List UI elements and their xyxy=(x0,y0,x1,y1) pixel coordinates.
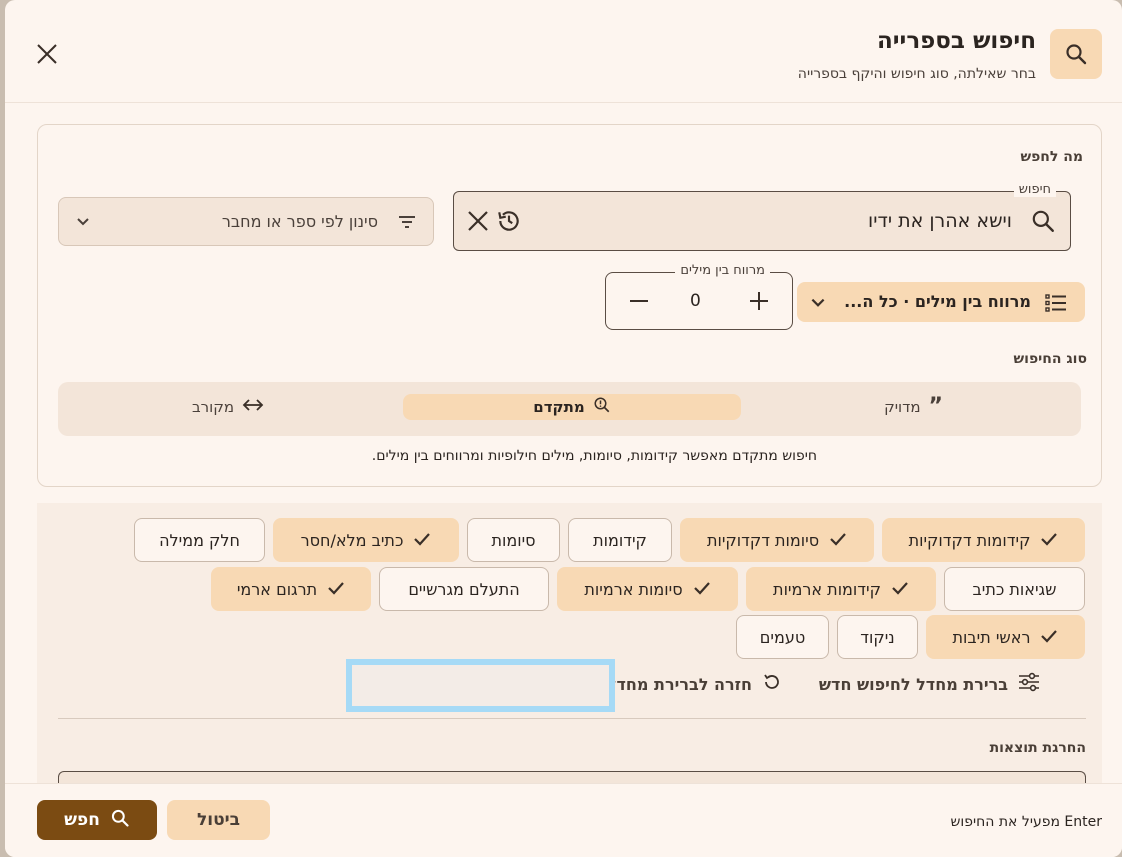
checkmark-icon xyxy=(693,580,711,599)
close-button[interactable] xyxy=(33,40,61,68)
history-icon[interactable] xyxy=(496,208,522,238)
chip-label: קידומות דקדוקיות xyxy=(908,530,1031,550)
chip-grammatical-prefixes[interactable]: קידומות דקדוקיות xyxy=(882,518,1085,562)
chip-label: תרגום ארמי xyxy=(236,579,318,599)
chip-part-of-word[interactable]: חלק ממילה xyxy=(134,518,265,562)
search-type-exact-label: מדויק xyxy=(884,398,921,416)
chevron-down-icon xyxy=(809,294,827,316)
search-type-approximate-label: מקורב xyxy=(192,398,235,416)
word-spacing-select[interactable]: מרווח בין מילים · כל ה... xyxy=(797,282,1085,322)
chip-label: ראשי תיבות xyxy=(952,627,1031,647)
chip-label: טעמים xyxy=(759,627,806,647)
chip-suffixes[interactable]: סיומות xyxy=(467,518,560,562)
chip-label: סיומות xyxy=(491,530,536,550)
filter-icon xyxy=(397,212,417,236)
list-icon xyxy=(1045,292,1067,318)
exclusion-label: החרגת תוצאות xyxy=(989,740,1086,756)
options-divider xyxy=(58,718,1086,719)
filter-placeholder: סינון לפי ספר או מחבר xyxy=(221,212,378,231)
search-button-label: חפש xyxy=(64,810,100,830)
search-dialog: חיפוש בספרייה בחר שאילתה, סוג חיפוש והיק… xyxy=(5,0,1122,857)
search-type-segmented: ” מדויק מתקדם מקורב xyxy=(58,382,1081,436)
search-type-hint: חיפוש מתקדם מאפשר קידומות, סיומות, מילים… xyxy=(371,448,817,464)
chip-niqqud[interactable]: ניקוד xyxy=(837,615,918,659)
search-input-value[interactable]: וישא אהרן את ידיו xyxy=(868,210,1012,232)
query-card: מה לחפש חיפוש וישא אהרן את ידיו סינון לפ… xyxy=(37,124,1102,487)
chip-ignore-gershayim[interactable]: התעלם מגרשיים xyxy=(379,567,549,611)
chip-aramaic-prefixes[interactable]: קידומות ארמיות xyxy=(746,567,936,611)
chip-label: חלק ממילה xyxy=(159,530,240,550)
chip-label: קידומות ארמיות xyxy=(773,579,881,599)
close-icon xyxy=(37,44,57,64)
chip-grammatical-suffixes[interactable]: סיומות דקדוקיות xyxy=(680,518,874,562)
minus-icon[interactable] xyxy=(628,290,650,316)
chip-label: שגיאות כתיב xyxy=(972,579,1057,599)
chevron-down-icon xyxy=(75,214,91,234)
header-divider xyxy=(5,102,1122,103)
enter-hint: Enter מפעיל את החיפוש xyxy=(950,814,1103,830)
chip-acronyms[interactable]: ראשי תיבות xyxy=(926,615,1085,659)
chip-prefixes[interactable]: קידומות xyxy=(568,518,672,562)
search-type-exact[interactable]: ” מדויק xyxy=(884,394,943,420)
search-type-advanced[interactable]: מתקדם xyxy=(403,394,741,420)
cancel-button[interactable]: ביטול xyxy=(167,800,270,840)
chip-label: קידומות xyxy=(593,530,647,550)
word-spacing-stepper[interactable]: מרווח בין מילים 0 xyxy=(605,263,793,330)
chip-spelling-errors[interactable]: שגיאות כתיב xyxy=(944,567,1085,611)
stepper-value[interactable]: 0 xyxy=(690,291,701,311)
search-icon xyxy=(1050,29,1102,79)
query-section-label: מה לחפש xyxy=(1020,149,1083,165)
dialog-footer: Enter מפעיל את החיפוש ביטול חפש xyxy=(5,783,1122,857)
search-type-label: סוג החיפוש xyxy=(1013,351,1087,367)
restore-icon xyxy=(762,672,782,696)
search-input[interactable]: חיפוש וישא אהרן את ידיו xyxy=(453,182,1071,251)
checkmark-icon xyxy=(829,531,847,550)
chip-aramaic-suffixes[interactable]: סיומות ארמיות xyxy=(557,567,738,611)
checkmark-icon xyxy=(891,580,909,599)
chip-cantillation[interactable]: טעמים xyxy=(736,615,829,659)
checkmark-icon xyxy=(1040,628,1058,647)
checkmark-icon xyxy=(1040,531,1058,550)
word-spacing-select-label: מרווח בין מילים · כל ה... xyxy=(844,292,1031,311)
chip-label: התעלם מגרשיים xyxy=(408,579,520,599)
reset-to-default-button[interactable]: חזרה לברירת מחדל xyxy=(607,672,782,696)
set-default-label: ברירת מחדל לחיפוש חדש xyxy=(818,674,1008,694)
book-author-filter[interactable]: סינון לפי ספר או מחבר xyxy=(58,197,434,246)
sliders-icon xyxy=(1018,672,1040,696)
set-default-button[interactable]: ברירת מחדל לחיפוש חדש xyxy=(819,672,1040,696)
checkmark-icon xyxy=(327,580,345,599)
dialog-subtitle: בחר שאילתה, סוג חיפוש והיקף בספרייה xyxy=(797,66,1036,82)
chip-label: סיומות דקדוקיות xyxy=(706,530,820,550)
double-arrow-icon xyxy=(242,397,264,417)
quote-icon: ” xyxy=(928,394,943,419)
search-icon xyxy=(110,808,130,833)
plus-icon[interactable] xyxy=(748,290,770,316)
chip-aramaic-translation[interactable]: תרגום ארמי xyxy=(211,567,371,611)
search-type-approximate[interactable]: מקורב xyxy=(192,394,264,420)
chip-label: סיומות ארמיות xyxy=(584,579,683,599)
search-icon xyxy=(1030,208,1056,238)
search-button[interactable]: חפש xyxy=(37,800,157,840)
stepper-label: מרווח בין מילים xyxy=(675,263,770,278)
chip-full-defective-spelling[interactable]: כתיב מלא/חסר xyxy=(273,518,459,562)
search-type-advanced-label: מתקדם xyxy=(533,398,585,416)
chip-label: כתיב מלא/חסר xyxy=(300,530,404,550)
clear-icon[interactable] xyxy=(466,209,490,237)
checkmark-icon xyxy=(413,531,431,550)
dialog-title: חיפוש בספרייה xyxy=(876,28,1036,54)
focus-highlight-box xyxy=(346,659,615,712)
chip-label: ניקוד xyxy=(860,627,895,647)
search-input-label: חיפוש xyxy=(1013,182,1056,197)
zoom-search-icon xyxy=(593,396,611,418)
reset-to-default-label: חזרה לברירת מחדל xyxy=(606,674,752,694)
